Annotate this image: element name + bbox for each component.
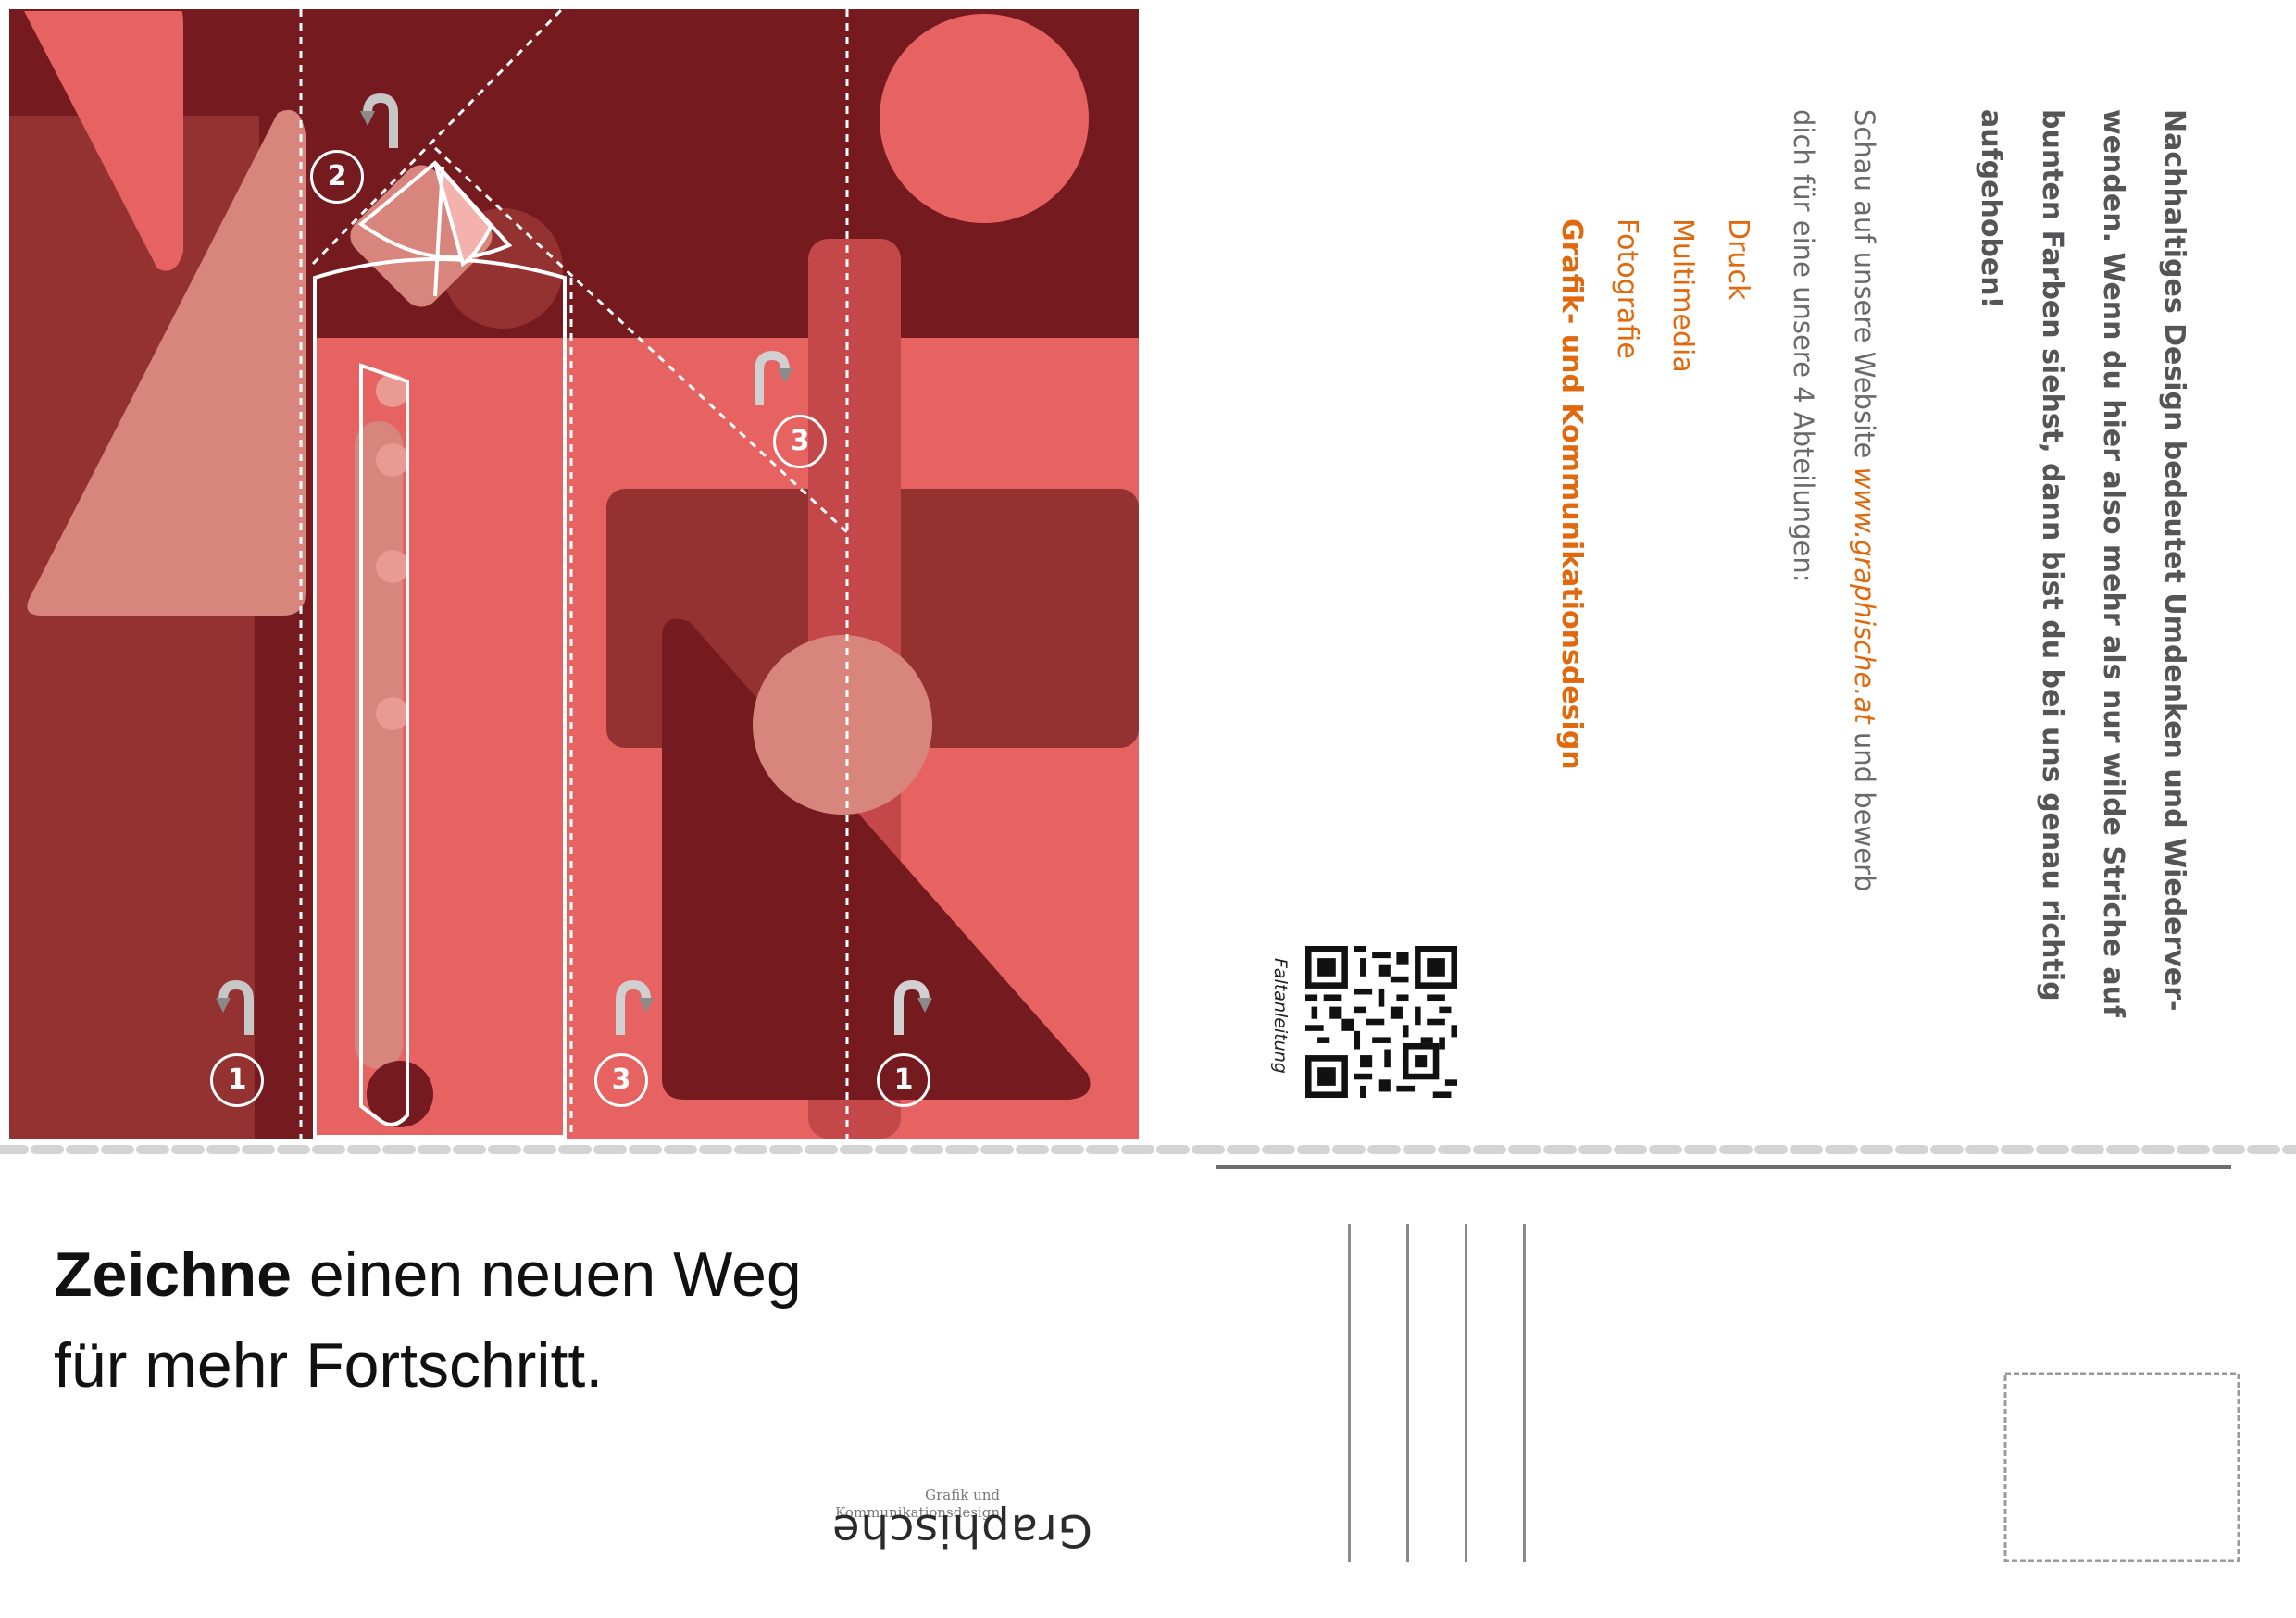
address-line — [1465, 1224, 1467, 1562]
pillar-dot — [376, 697, 409, 730]
rotate-arrow-icon — [894, 979, 932, 1035]
website-prefix: Schau auf unsere Website — [1849, 109, 1880, 467]
website-line: Schau auf unsere Website www.graphische.… — [1846, 109, 1883, 891]
fold-step-1-right: 1 — [875, 979, 940, 1109]
address-line — [1348, 1224, 1351, 1562]
perforation-line — [0, 1145, 2296, 1154]
fold-step-2: 2 — [310, 93, 398, 204]
rotate-arrow-icon — [360, 93, 398, 148]
info-line: Nachhaltiges Design bedeutet Umdenken un… — [2158, 109, 2190, 1012]
logo-subtitle-line: Grafik und — [925, 1487, 1000, 1503]
logo-text: Graphische — [831, 1504, 1092, 1556]
rotate-arrow-icon — [216, 979, 254, 1035]
stamp-placeholder — [2003, 1372, 2240, 1562]
department-item: Multimedia — [1666, 218, 1699, 373]
rotate-arrow-icon — [755, 350, 792, 405]
step-badge: 2 — [310, 150, 364, 204]
fold-step-1-left: 1 — [208, 979, 273, 1109]
info-line: aufgehoben! — [1975, 109, 2007, 309]
address-top-line — [1216, 1165, 2231, 1169]
website-line-2: dich für eine unsere 4 Abteilungen: — [1788, 109, 1819, 583]
info-website: Schau auf unsere Website www.graphische.… — [1785, 109, 1883, 891]
address-line — [1523, 1224, 1526, 1562]
headline-line-1: Zeichne einen neuen Weg — [54, 1229, 802, 1320]
headline-bold: Zeichne — [54, 1239, 292, 1310]
fold-step-3-bottom: 3 — [593, 979, 657, 1109]
department-item: Fotografie — [1611, 218, 1643, 359]
qr-code[interactable] — [1305, 946, 1457, 1098]
step-badge: 1 — [210, 1053, 264, 1107]
website-link[interactable]: www.graphische.at — [1849, 467, 1880, 724]
website-suffix: und bewerb — [1849, 723, 1880, 892]
fold-step-3-top: 3 — [741, 350, 827, 470]
rotate-arrow-icon — [616, 979, 654, 1035]
headline: Zeichne einen neuen Weg für mehr Fortsch… — [54, 1229, 802, 1411]
department-list: Druck Multimedia Fotografie Grafik- und … — [1555, 218, 1754, 770]
step-badge: 1 — [877, 1053, 930, 1107]
headline-line-2: für mehr Fortschritt. — [54, 1330, 604, 1400]
center-circle — [753, 635, 932, 815]
pillar-dot — [376, 550, 409, 583]
info-line: wenden. Wenn du hier also mehr als nur w… — [2097, 109, 2129, 1018]
qr-label: Faltanleitung — [1270, 958, 1291, 1074]
top-right-circle — [880, 14, 1089, 223]
logo-wordmark: Graphische — [831, 1504, 1092, 1578]
department-item: Druck — [1722, 218, 1754, 301]
middle-column — [315, 338, 565, 1139]
headline-rest: einen neuen Weg — [291, 1239, 802, 1310]
step-badge: 3 — [773, 415, 827, 468]
info-paragraph: Nachhaltiges Design bedeutet Umdenken un… — [1972, 109, 2192, 1017]
step-badge: 3 — [594, 1053, 648, 1107]
info-line: bunten Farben siehst, dann bist du bei u… — [2036, 109, 2068, 1002]
pillar-dot — [376, 443, 409, 477]
address-line — [1406, 1224, 1409, 1562]
department-item: Grafik- und Kommunikationsdesign — [1555, 218, 1588, 770]
